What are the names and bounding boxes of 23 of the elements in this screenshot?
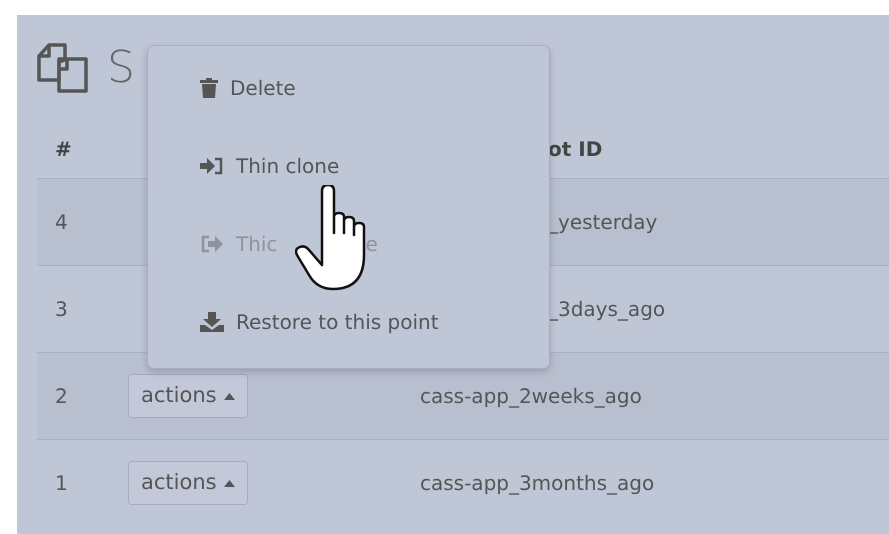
row-number: 1 <box>55 471 68 495</box>
caret-icon <box>224 480 235 486</box>
menu-item[interactable]: Thin clone <box>200 151 340 181</box>
copy-icon <box>37 42 89 94</box>
column-header: ot ID <box>548 137 602 161</box>
menu-item[interactable]: Delete <box>200 73 296 103</box>
column-header: # <box>55 137 72 161</box>
snapshot-id: cass-app_2weeks_ago <box>420 384 642 408</box>
sign-out-icon <box>200 235 224 253</box>
row-number: 2 <box>55 384 68 408</box>
page-title: S <box>107 46 135 90</box>
snapshot-id: _yesterday <box>548 210 658 234</box>
download-icon <box>200 312 224 332</box>
snapshot-id: cass-app_3months_ago <box>420 471 654 495</box>
row-number: 4 <box>55 210 68 234</box>
snapshot-id: _3days_ago <box>548 297 666 321</box>
actions-button[interactable]: actions <box>128 461 248 505</box>
trash-icon <box>200 78 218 98</box>
row-number: 3 <box>55 297 68 321</box>
actions-button[interactable]: actions <box>128 374 248 418</box>
sign-in-icon <box>200 157 224 175</box>
caret-icon <box>224 392 235 400</box>
menu-item[interactable]: Restore to this point <box>200 307 439 337</box>
